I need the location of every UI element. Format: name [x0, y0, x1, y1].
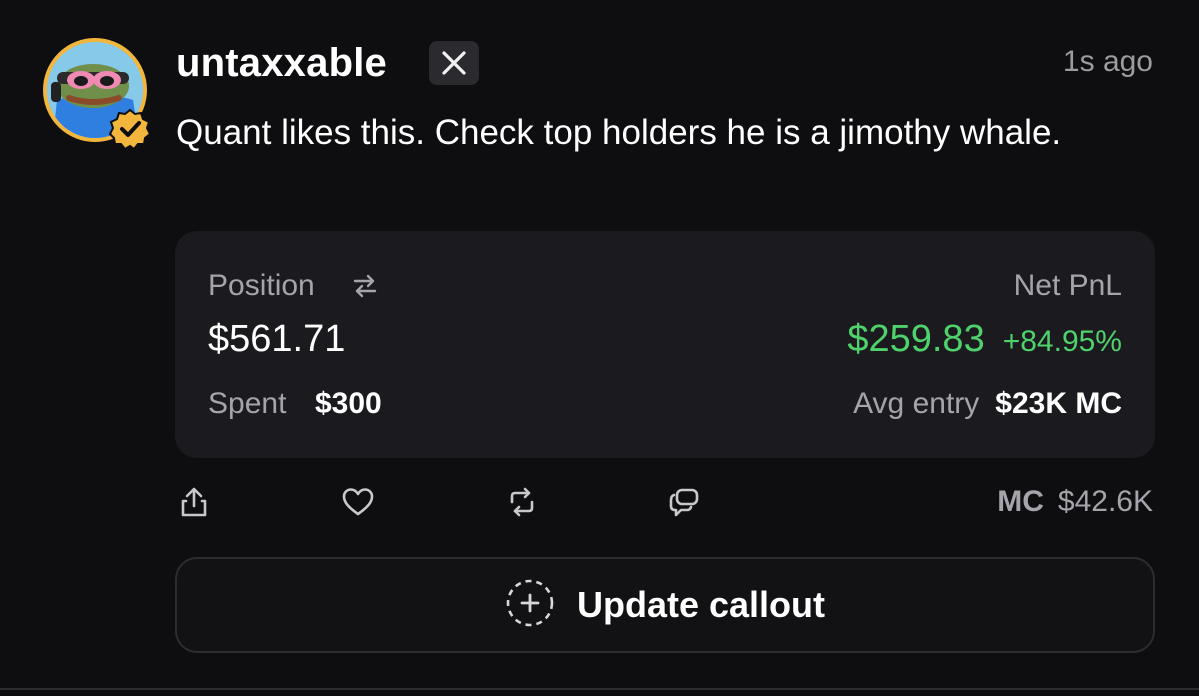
divider: [0, 688, 1199, 690]
market-cap-label: MC: [997, 485, 1044, 518]
market-cap: MC $42.6K: [997, 482, 1153, 522]
avg-entry-row: Avg entry $23K MC: [853, 384, 1122, 424]
spent-value: $300: [315, 387, 382, 420]
position-value: $561.71: [208, 318, 346, 360]
timestamp: 1s ago: [1062, 45, 1153, 78]
update-callout-label: Update callout: [576, 584, 826, 625]
net-pnl-row: $259.83 +84.95%: [847, 315, 1122, 366]
net-pnl-label: Net PnL: [1013, 269, 1122, 302]
verified-badge-icon: [108, 108, 152, 151]
net-pnl-value: $259.83: [847, 318, 985, 360]
dashed-plus-circle-icon: [505, 578, 555, 633]
avg-entry-value: $23K MC: [995, 387, 1122, 420]
market-cap-value: $42.6K: [1057, 485, 1153, 518]
post-text: Quant likes this. Check top holders he i…: [176, 113, 1062, 152]
update-callout-button[interactable]: Update callout: [175, 557, 1155, 653]
avg-entry-label: Avg entry: [853, 387, 980, 420]
net-pnl-percent: +84.95%: [1002, 325, 1122, 358]
username[interactable]: untaxxable: [176, 38, 387, 88]
position-card: Position $561.71 Spent $300 Net PnL $259…: [175, 231, 1155, 458]
spent-label: Spent: [208, 387, 287, 420]
position-label: Position: [208, 269, 315, 302]
x-logo-icon[interactable]: [429, 41, 479, 85]
share-icon[interactable]: [176, 484, 212, 520]
repost-icon[interactable]: [504, 484, 540, 520]
comment-icon[interactable]: [666, 484, 702, 520]
swap-icon[interactable]: [351, 272, 379, 305]
avatar[interactable]: [43, 38, 152, 151]
heart-icon[interactable]: [340, 484, 376, 520]
